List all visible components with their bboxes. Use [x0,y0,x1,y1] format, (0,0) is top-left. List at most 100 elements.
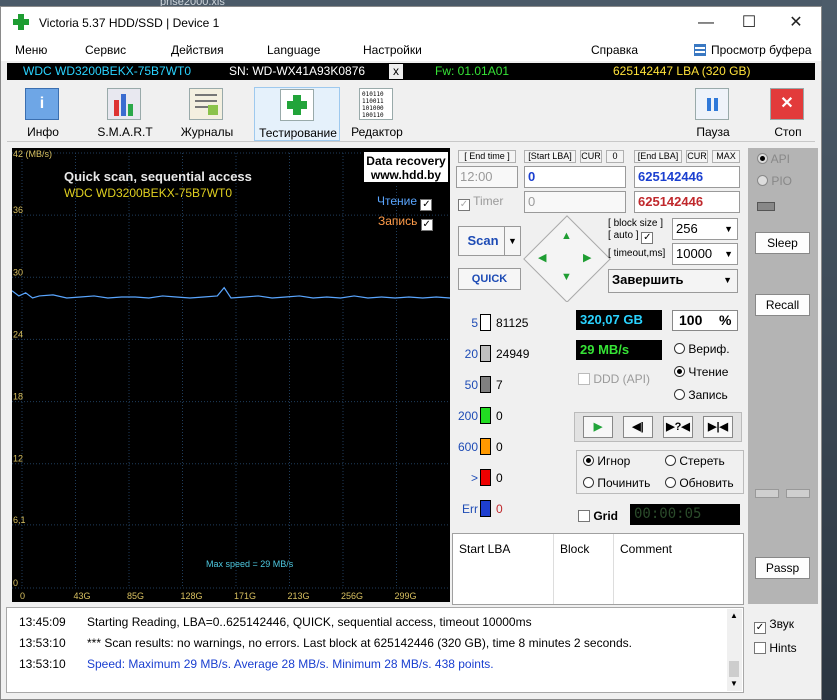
quick-button[interactable]: QUICK [458,268,521,290]
legend-read[interactable]: Чтение ✓ [377,194,433,211]
timer-checkbox[interactable]: ✓ Timer [458,194,503,211]
y-tick-label: 6,1 [13,515,26,525]
log-message: Speed: Maximum 29 MB/s. Average 28 MB/s.… [87,657,494,671]
grid-checkbox[interactable]: Grid [578,509,618,523]
log-message: *** Scan results: no warnings, no errors… [87,636,632,650]
start-zero-button[interactable]: 0 [606,150,624,163]
stat-label: 600 [457,440,478,454]
recall-button[interactable]: Recall [755,294,810,316]
direction-pad[interactable] [523,215,611,303]
log-time: 13:53:10 [19,657,66,671]
erase-radio[interactable]: Стереть [665,454,725,468]
y-tick-label: 36 [13,205,23,215]
sleep-button[interactable]: Sleep [755,232,810,254]
timeout-chevron-icon: ▼ [724,249,733,259]
verify-radio[interactable]: Вериф. [674,342,730,356]
api-radio[interactable]: API [757,152,790,166]
play-icon[interactable]: ▶ [583,416,613,438]
pad-right-icon[interactable]: ▶ [583,251,591,264]
repair-radio[interactable]: Починить [583,476,650,490]
to-end-icon[interactable]: ▶|◀ [703,416,733,438]
stop-button[interactable]: ✕ Стоп [748,87,828,141]
small-button-right[interactable] [786,489,810,498]
pio-radio[interactable]: PIO [757,174,792,188]
graph-device-model: WDC WD3200BEKX-75B7WT0 [64,186,233,200]
timeout-select[interactable]: 10000 ▼ [672,243,738,265]
small-button-left[interactable] [755,489,779,498]
sound-checkbox[interactable]: ✓ Звук [754,617,794,634]
pause-button[interactable]: Пауза [673,87,753,141]
stat-label: 20 [464,347,478,361]
pad-up-icon[interactable]: ▲ [561,230,572,242]
scroll-thumb[interactable] [729,661,739,677]
rewind-icon[interactable]: ◀| [623,416,653,438]
logs-button[interactable]: Журналы [167,87,247,141]
legend-write[interactable]: Запись ✓ [378,214,433,231]
finish-action-select[interactable]: Завершить ▼ [608,269,738,293]
stat-color-swatch [480,376,491,393]
start-cur-button[interactable]: CUR [580,150,602,163]
device-bar[interactable]: WDC WD3200BEKX-75B7WT0 SN: WD-WX41A93K08… [7,63,815,80]
verify-radio-dot[interactable] [674,343,685,354]
maximize-button[interactable]: ☐ [726,7,772,39]
column-comment[interactable]: Comment [620,542,672,556]
scan-control-panel: [ End time ] [Start LBA] CUR 0 [End LBA]… [452,148,744,303]
menu-item-help[interactable]: Справка [591,43,638,57]
column-start-lba[interactable]: Start LBA [459,542,510,556]
menu-item-service[interactable]: Сервис [85,43,126,57]
read-radio[interactable]: Чтение [674,365,728,379]
start-lba-input[interactable]: 0 [524,166,626,188]
column-divider [553,534,554,604]
end-lba-input[interactable]: 625142446 [634,166,740,188]
x-tick-label: 256G [341,591,363,601]
menu-item-menu[interactable]: Меню [15,43,47,57]
refresh-radio[interactable]: Обновить [665,476,734,490]
write-radio-dot[interactable] [674,389,685,400]
scan-dropdown-icon[interactable]: ▼ [504,226,521,256]
hints-checkbox[interactable]: Hints [754,641,797,655]
read-radio-dot[interactable] [674,366,685,377]
graph-title: Quick scan, sequential access [64,169,252,184]
log-time: 13:45:09 [19,615,66,629]
editor-button[interactable]: 010110 110011 101000 100110 Редактор [337,87,417,141]
ignore-radio[interactable]: Игнор [583,454,630,468]
column-block[interactable]: Block [560,542,589,556]
info-button[interactable]: i Инфо [3,87,83,141]
end-time-input[interactable]: 12:00 [456,166,518,188]
skip-question-icon[interactable]: ▶?◀ [663,416,693,438]
stop-button-label: Стоп [774,125,802,139]
scroll-up-icon[interactable]: ▲ [728,611,740,621]
auto-checkbox[interactable]: ✓ [641,232,654,244]
end-cur-button[interactable]: CUR [686,150,708,163]
speed-graph[interactable]: 0 43G 85G 128G 171G 213G 256G 299G 42 (MB/s) 36 30… [12,148,450,602]
menu-item-buffer-view[interactable]: Просмотр буфера [711,43,812,57]
menu-item-language[interactable]: Language [267,43,320,57]
ddd-api-checkbox[interactable]: DDD (API) [578,372,650,386]
legend-write-checkbox[interactable]: ✓ [420,219,433,231]
close-button[interactable]: ✕ [773,7,819,39]
legend-read-checkbox[interactable]: ✓ [420,199,433,211]
pad-left-icon[interactable]: ◀ [538,251,546,264]
end-max-button[interactable]: MAX [712,150,740,163]
end-lba-display[interactable]: 625142446 [634,191,740,213]
minimize-button[interactable]: — [683,7,729,39]
write-radio[interactable]: Запись [674,388,728,402]
defects-table[interactable]: Start LBA Block Comment [452,533,744,605]
x-tick-label: 128G [181,591,203,601]
pad-down-icon[interactable]: ▼ [561,271,572,283]
log-panel[interactable]: 13:45:09 Starting Reading, LBA=0..6251424… [6,607,744,693]
menu-item-settings[interactable]: Настройки [363,43,422,57]
testing-button[interactable]: Тестирование [254,87,340,141]
smart-button[interactable]: S.M.A.R.T [85,87,165,141]
log-scrollbar[interactable]: ▲ ▼ [727,609,742,691]
info-button-label: Инфо [27,125,59,139]
scroll-down-icon[interactable]: ▼ [728,679,740,689]
stat-count: 24949 [496,347,530,361]
scan-button[interactable]: Scan [458,226,508,256]
menu-item-actions[interactable]: Действия [171,43,224,57]
passp-button[interactable]: Passp [755,557,810,579]
block-size-select[interactable]: 256 ▼ [672,218,738,240]
playback-controls: ▶ ◀| ▶?◀ ▶|◀ [574,412,742,442]
device-close-button[interactable]: x [389,64,403,79]
timer-input[interactable]: 0 [524,191,626,213]
